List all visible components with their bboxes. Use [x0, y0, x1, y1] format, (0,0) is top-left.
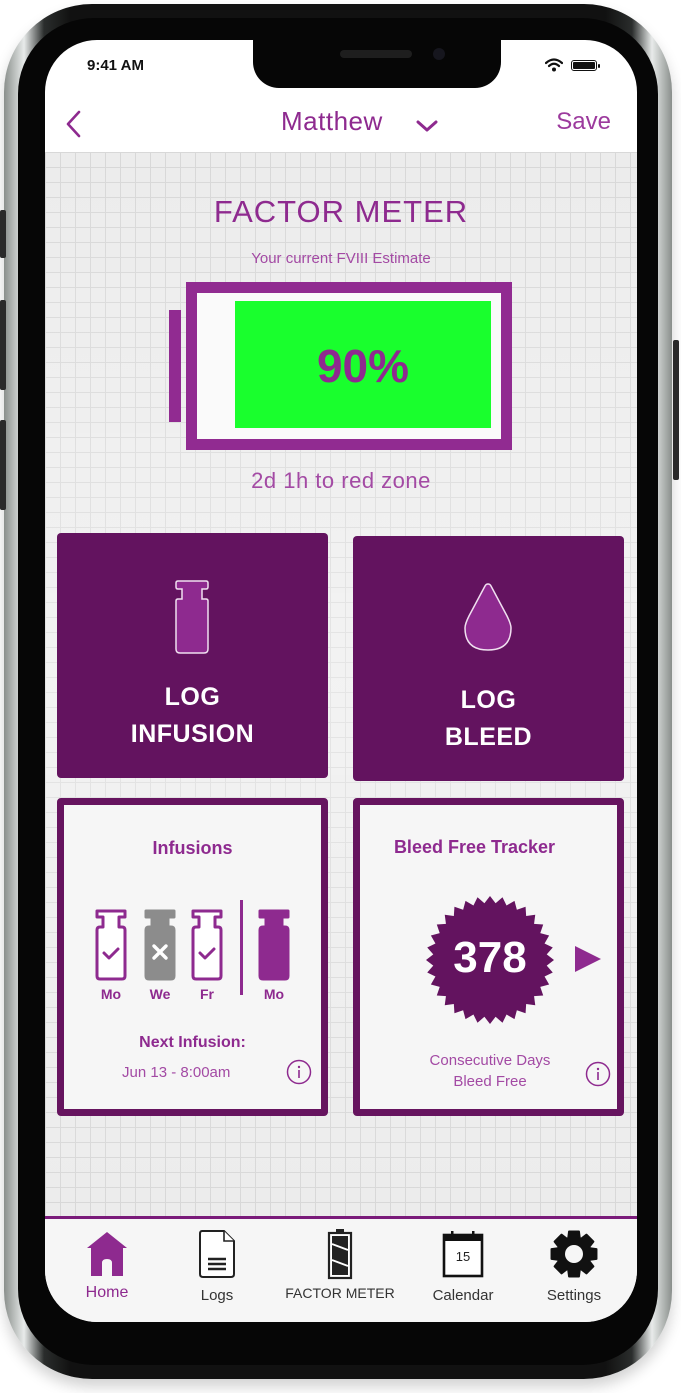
tab-settings[interactable]: Settings [515, 1219, 633, 1319]
next-infusion-value: Jun 13 - 8:00am [122, 1064, 231, 1081]
app-screen: 9:41 AM Matthew Save FACTOR METER Your c… [45, 40, 637, 1322]
factor-level-fill: 90% [235, 301, 491, 428]
wifi-icon [545, 58, 563, 72]
speaker [340, 50, 412, 58]
chevron-down-icon[interactable] [415, 114, 439, 138]
log-infusion-line2: INFUSION [130, 720, 255, 748]
side-button [0, 420, 6, 510]
status-icons [545, 58, 600, 72]
document-icon [158, 1227, 276, 1281]
battery-status-icon [571, 59, 600, 71]
vial-done-icon [95, 909, 127, 981]
vial-done-icon [191, 909, 223, 981]
factor-meter-title: FACTOR METER [213, 194, 469, 229]
save-button[interactable]: Save [556, 108, 611, 136]
infusions-title: Infusions [152, 838, 233, 858]
vial-day-label: Mo [263, 986, 285, 1002]
side-button [673, 340, 679, 480]
consecutive-days-line2: Bleed Free [453, 1073, 527, 1090]
back-button[interactable] [59, 104, 89, 144]
log-infusion-line1: LOG [164, 683, 221, 711]
history-divider [240, 900, 243, 995]
calendar-day: 15 [455, 1249, 471, 1264]
calendar-icon: 15 [404, 1227, 522, 1281]
log-bleed-line2: BLEED [444, 723, 533, 751]
time-to-red-zone: 2d 1h to red zone [251, 468, 431, 493]
notch [253, 40, 501, 88]
tab-label: FACTOR METER [285, 1285, 395, 1301]
vial-icon [175, 580, 209, 654]
bleed-free-title: Bleed Free Tracker [393, 837, 556, 857]
vial-day-label: Mo [100, 986, 122, 1002]
tab-label: Settings [546, 1287, 602, 1304]
vial-day-label: Fr [200, 986, 214, 1002]
profile-selector[interactable]: Matthew [281, 106, 383, 137]
status-time: 9:41 AM [87, 57, 144, 74]
log-bleed-button[interactable]: LOG BLEED [353, 536, 624, 781]
gear-icon [515, 1227, 633, 1281]
home-icon [48, 1227, 166, 1281]
side-button [0, 210, 6, 258]
battery-icon [281, 1227, 399, 1281]
factor-percent: 90% [316, 340, 410, 392]
vial-scheduled-icon [258, 909, 290, 981]
bleed-free-card[interactable]: Bleed Free Tracker 378 Consecutive Days … [353, 798, 624, 1116]
blood-drop-icon [464, 583, 512, 651]
home-content: FACTOR METER Your current FVIII Estimate… [45, 152, 637, 1216]
battery-terminal [169, 310, 181, 422]
tab-home[interactable]: Home [48, 1219, 166, 1319]
play-icon[interactable] [573, 944, 603, 974]
tab-label: Home [85, 1284, 129, 1301]
side-button [0, 300, 6, 390]
factor-battery[interactable]: 90% [186, 282, 512, 450]
bleed-free-days: 378 [453, 933, 527, 982]
tab-calendar[interactable]: 15 Calendar [404, 1219, 522, 1319]
factor-meter-subtitle: Your current FVIII Estimate [251, 250, 431, 267]
tab-factor-meter[interactable]: FACTOR METER [281, 1219, 399, 1319]
log-bleed-line1: LOG [460, 686, 517, 714]
next-infusion-label: Next Infusion: [139, 1034, 246, 1051]
camera [433, 48, 445, 60]
log-infusion-button[interactable]: LOG INFUSION [57, 533, 328, 778]
info-icon[interactable] [286, 1059, 312, 1085]
vial-missed-icon [144, 909, 176, 981]
navbar: Matthew Save [45, 96, 637, 152]
tab-bar: Home Logs FACTOR METER 15 Calendar Setti… [45, 1216, 637, 1322]
vial-day-label: We [149, 986, 171, 1002]
tab-label: Calendar [432, 1287, 494, 1304]
tab-logs[interactable]: Logs [158, 1219, 276, 1319]
consecutive-days-line1: Consecutive Days [429, 1052, 551, 1069]
info-icon[interactable] [585, 1061, 611, 1087]
tab-label: Logs [200, 1287, 234, 1304]
infusions-card[interactable]: Infusions Mo We Fr Mo Next Infusion: Jun… [57, 798, 328, 1116]
